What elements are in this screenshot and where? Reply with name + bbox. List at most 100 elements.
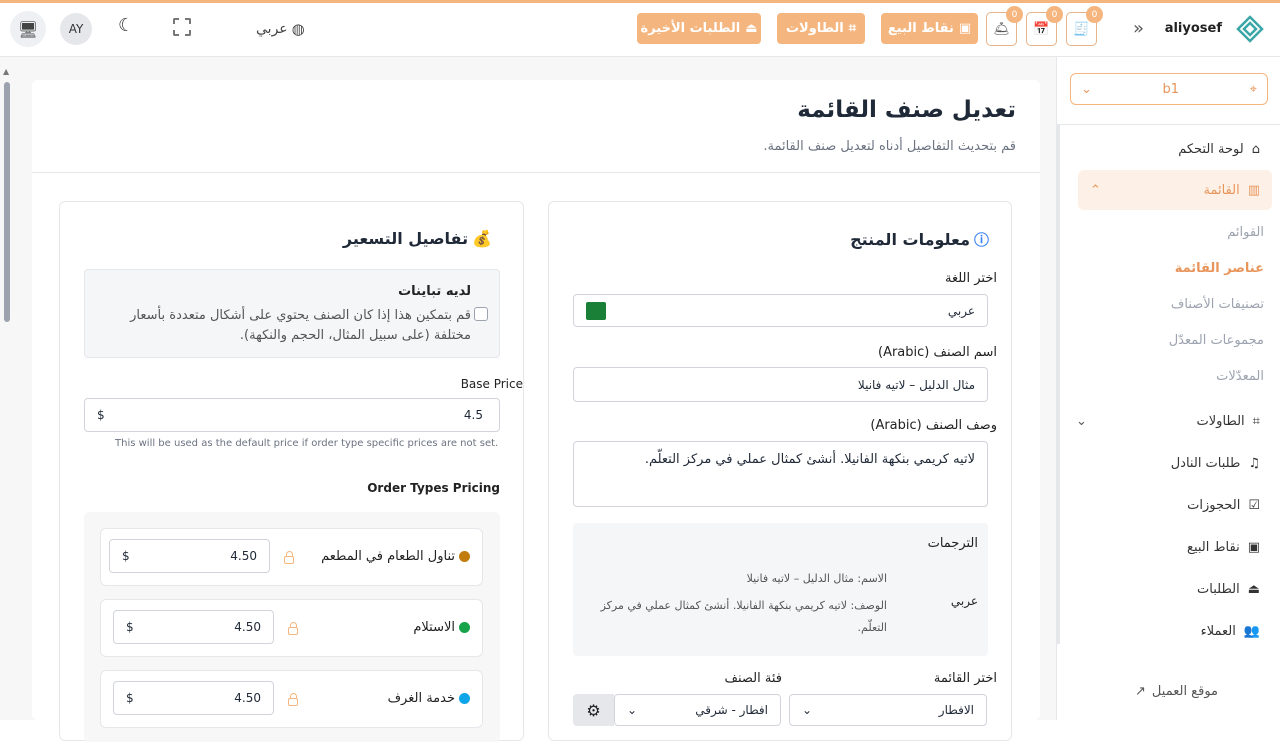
sidebar-sub-menus[interactable]: القوائم xyxy=(1227,225,1264,240)
monitor-icon[interactable]: 🖥 xyxy=(10,11,46,47)
item-name-label: اسم الصنف (Arabic) xyxy=(877,345,997,360)
dine-in-price-input[interactable]: $4.50 xyxy=(109,539,270,573)
sidebar-item-dashboard[interactable]: ⌂ لوحة التحكم xyxy=(1178,142,1260,157)
badge-count: 0 xyxy=(1046,6,1063,23)
lock-icon xyxy=(284,551,294,564)
pickup-price-input[interactable]: $4.50 xyxy=(113,610,274,644)
translation-description: الوصف: لاتيه كريمي بنكهة الفانيلا. أنشئ … xyxy=(600,599,887,634)
item-name-input[interactable]: مثال الدليل – لاتيه فانيلا xyxy=(573,367,988,402)
order-type-label: تناول الطعام في المطعم xyxy=(321,549,470,564)
chevron-down-icon: ⌄ xyxy=(627,703,638,717)
bell-icon: 🛎 xyxy=(993,21,1010,37)
collapse-sidebar-icon[interactable]: » xyxy=(1133,18,1144,39)
sidebar-item-orders[interactable]: ⏏ الطلبات xyxy=(1197,582,1260,597)
category-settings-button[interactable]: ⚙ xyxy=(573,694,614,726)
pricing-heading: 💰 تفاصيل التسعير xyxy=(342,229,492,248)
info-icon: ⓘ xyxy=(973,231,989,249)
brand-logo-icon xyxy=(1236,15,1264,43)
divider xyxy=(32,172,1040,173)
saudi-flag-icon xyxy=(586,301,606,320)
bell-icon: ♫ xyxy=(1248,456,1260,471)
reservations-button[interactable]: 📅 0 xyxy=(1026,6,1063,46)
product-info-heading: ⓘ معلومات المنتج xyxy=(850,230,989,249)
sidebar: ⌖ b1 ⌄ ⌂ لوحة التحكم ▥ القائمة ⌃ القوائم ع… xyxy=(1056,57,1280,720)
order-type-row: تناول الطعام في المطعم $4.50 xyxy=(100,528,483,586)
room-service-price-input[interactable]: $4.50 xyxy=(113,681,274,715)
translation-language: عربي xyxy=(950,594,978,608)
page-scrollbar-thumb[interactable] xyxy=(4,82,10,322)
chevron-down-icon: ⌄ xyxy=(1081,81,1092,97)
order-type-row: خدمة الغرف $4.50 xyxy=(100,670,483,728)
location-pin-icon: ⌖ xyxy=(1249,81,1257,97)
sidebar-sub-menu-items[interactable]: عناصر القائمة xyxy=(1175,261,1264,276)
sidebar-item-tables[interactable]: ⌗ الطاولات ⌄ xyxy=(1076,414,1260,429)
menu-select[interactable]: الافطار ⌄ xyxy=(789,694,987,726)
home-icon: ⌂ xyxy=(1251,142,1260,157)
variants-box: لديه تباينات قم بتمكين هذا إذا كان الصنف… xyxy=(84,269,500,358)
variants-checkbox[interactable] xyxy=(474,307,488,321)
sidebar-sub-categories[interactable]: تصنيفات الأصناف xyxy=(1171,297,1264,312)
branch-select[interactable]: ⌖ b1 ⌄ xyxy=(1070,73,1268,105)
external-link-icon: ↗ xyxy=(1135,684,1146,699)
fullscreen-icon[interactable] xyxy=(173,18,191,36)
language-select[interactable]: عربي xyxy=(573,294,988,327)
calendar-icon: ☑ xyxy=(1248,498,1260,513)
recent-orders-button[interactable]: ⏏ الطلبات الأخيرة xyxy=(637,13,761,44)
sidebar-sub-modifier-groups[interactable]: مجموعات المعدّل xyxy=(1169,333,1264,348)
sidebar-item-menu[interactable]: ▥ القائمة ⌃ xyxy=(1078,170,1272,210)
globe-icon: ◍ xyxy=(291,20,305,38)
room-service-dot-icon xyxy=(459,693,470,704)
page-subtitle: قم بتحديث التفاصيل أدناه لتعديل صنف القا… xyxy=(763,139,1016,154)
receipt-icon: 🧾 xyxy=(1073,21,1090,37)
badge-count: 0 xyxy=(1006,6,1023,23)
calendar-icon: 📅 xyxy=(1033,21,1050,37)
main-content: ▲ تعديل صنف القائمة قم بتحديث التفاصيل أ… xyxy=(0,57,1056,742)
chevron-down-icon: ⌄ xyxy=(802,703,813,717)
translations-label: الترجمات xyxy=(927,536,978,551)
sidebar-item-customers[interactable]: 👥 العملاء xyxy=(1201,624,1260,639)
lock-icon xyxy=(288,693,298,706)
users-icon: 👥 xyxy=(1243,624,1260,639)
order-types-label: Order Types Pricing xyxy=(367,481,500,495)
gear-icon: ⚙ xyxy=(586,700,601,720)
sidebar-item-reservations[interactable]: ☑ الحجوزات xyxy=(1187,498,1260,513)
order-type-row: الاستلام $4.50 xyxy=(100,599,483,657)
orders-icon: ⏏ xyxy=(745,21,758,36)
avatar[interactable]: AY xyxy=(60,13,92,45)
item-description-textarea[interactable]: لاتيه كريمي بنكهة الفانيلا. أنشئ كمثال ع… xyxy=(573,441,988,507)
variants-title: لديه تباينات xyxy=(398,284,471,299)
base-price-label: Base Price xyxy=(460,377,523,391)
dine-in-dot-icon xyxy=(459,551,470,562)
top-bar: aliyosef » 🧾 0 📅 0 🛎 0 ▣ نقاط البيع ⌗ الطا… xyxy=(0,3,1280,57)
page-title: تعديل صنف القائمة xyxy=(797,97,1016,123)
base-price-input[interactable]: $ 4.5 xyxy=(84,398,500,432)
translation-name: الاسم: مثال الدليل – لاتيه فانيلا xyxy=(746,572,887,585)
waiter-requests-button[interactable]: 🛎 0 xyxy=(986,6,1023,46)
category-select-label: فئة الصنف xyxy=(724,671,782,686)
translations-box: الترجمات عربي الاسم: مثال الدليل – لاتيه… xyxy=(573,523,988,656)
notifications-button[interactable]: 🧾 0 xyxy=(1066,6,1103,46)
sidebar-sub-modifiers[interactable]: المعدّلات xyxy=(1216,369,1264,384)
pos-icon: ▣ xyxy=(958,21,972,36)
category-select[interactable]: افطار - شرقي ⌄ xyxy=(614,694,781,726)
sidebar-item-waiter-requests[interactable]: ♫ طلبات النادل xyxy=(1171,456,1260,471)
sidebar-scrollbar[interactable] xyxy=(1057,124,1060,644)
lock-icon xyxy=(288,622,298,635)
sidebar-item-pos[interactable]: ▣ نقاط البيع xyxy=(1187,540,1260,555)
variants-description: قم بتمكين هذا إذا كان الصنف يحتوي على أش… xyxy=(130,308,471,343)
pos-button[interactable]: ▣ نقاط البيع xyxy=(881,13,978,44)
customer-site-link[interactable]: موقع العميل ↗ xyxy=(1135,684,1218,699)
language-switcher[interactable]: عربي ◍ xyxy=(256,20,305,38)
menu-icon: ▥ xyxy=(1247,182,1260,198)
product-info-section: ⓘ معلومات المنتج اختر اللغة عربي اسم الصن… xyxy=(548,201,1012,741)
order-type-label: خدمة الغرف xyxy=(388,691,470,706)
tables-icon: ⌗ xyxy=(848,21,857,36)
edit-card: تعديل صنف القائمة قم بتحديث التفاصيل أدن… xyxy=(32,80,1040,742)
menu-select-label: اختر القائمة xyxy=(933,671,997,686)
tables-button[interactable]: ⌗ الطاولات xyxy=(777,13,865,44)
chevron-down-icon: ⌄ xyxy=(1076,414,1087,429)
scroll-up-icon[interactable]: ▲ xyxy=(3,67,11,76)
badge-count: 0 xyxy=(1086,6,1103,23)
dark-mode-icon[interactable]: ☾ xyxy=(118,15,134,36)
brand-name: aliyosef xyxy=(1164,21,1222,36)
